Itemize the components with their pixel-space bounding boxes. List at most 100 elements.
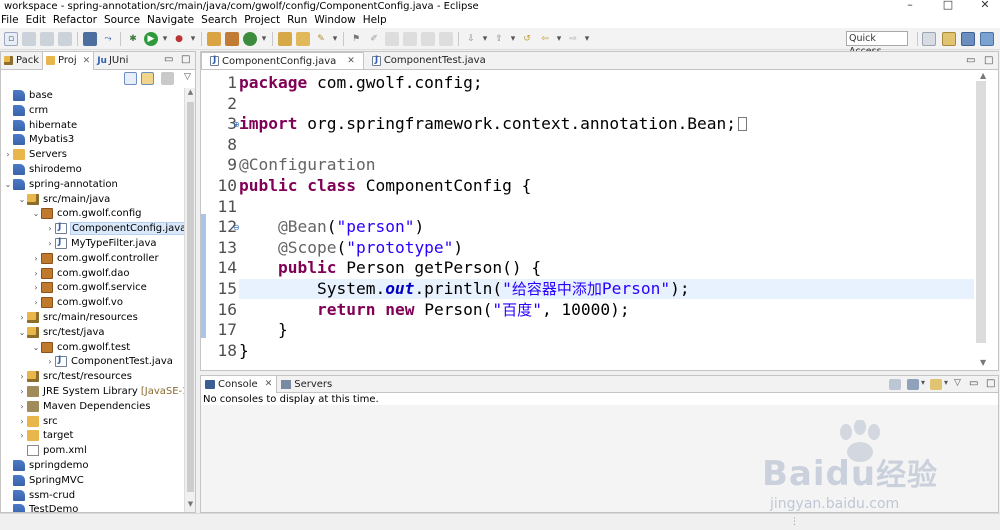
back-icon[interactable]: ⇦ [538, 32, 552, 46]
open-console-dropdown-icon[interactable]: ▾ [944, 378, 948, 387]
tree-item[interactable]: pom.xml [17, 443, 87, 458]
tree-item[interactable]: ⌄ spring-annotation [3, 177, 118, 192]
minimize-view-icon[interactable]: ▭ [969, 378, 978, 389]
open-task-icon[interactable] [296, 31, 310, 46]
menu-search[interactable]: Search [201, 14, 244, 26]
code-line[interactable]: System.out.println("给容器中添加Person"); [239, 279, 974, 299]
tree-item[interactable]: › src/main/resources [17, 310, 138, 325]
tree-item[interactable]: › Maven Dependencies [17, 399, 151, 414]
expanded-arrow-icon[interactable]: ⌄ [3, 180, 13, 189]
tree-item[interactable]: › Servers [3, 147, 67, 162]
collapsed-arrow-icon[interactable]: › [45, 239, 55, 248]
collapsed-arrow-icon[interactable]: › [17, 387, 27, 396]
code-line[interactable]: @Scope("prototype") [239, 238, 974, 258]
next-annotation-dropdown-icon[interactable]: ▾ [482, 32, 488, 46]
tab-servers[interactable]: Servers [277, 376, 336, 393]
tree-item[interactable]: › com.gwolf.service [31, 280, 147, 295]
code-line[interactable]: import org.springframework.context.annot… [239, 114, 974, 134]
collapsed-arrow-icon[interactable]: › [17, 431, 27, 440]
link-with-editor-icon[interactable] [141, 72, 154, 85]
pin-console-icon[interactable] [889, 379, 901, 390]
display-console-icon[interactable] [907, 379, 919, 390]
tab-package-explorer[interactable]: Pack [1, 52, 42, 70]
menu-window[interactable]: Window [314, 14, 362, 26]
close-tab-icon[interactable]: ✕ [265, 379, 273, 389]
code-line[interactable]: package com.gwolf.config; [239, 73, 974, 93]
display-dropdown-icon[interactable]: ▾ [921, 378, 925, 387]
show-whitespace-icon[interactable] [403, 31, 417, 46]
maximize-editor-icon[interactable]: □ [984, 55, 993, 66]
code-line[interactable] [239, 197, 974, 217]
forward-dropdown-icon[interactable]: ▾ [584, 32, 590, 46]
collapsed-arrow-icon[interactable]: › [45, 224, 55, 233]
tree-item[interactable]: TestDemo [3, 502, 78, 512]
java-ee-perspective-icon[interactable] [942, 32, 956, 46]
external-tools-dropdown-icon[interactable]: ▾ [190, 32, 196, 46]
new-java-class-icon[interactable] [243, 31, 257, 46]
collapsed-arrow-icon[interactable]: › [31, 283, 41, 292]
code-line[interactable] [239, 135, 974, 155]
status-grip-icon[interactable]: ⋮ [790, 517, 799, 527]
scrollbar-thumb[interactable] [976, 81, 986, 343]
tab-junit[interactable]: Ju JUni [94, 52, 131, 70]
tree-item[interactable]: Mybatis3 [3, 132, 74, 147]
tree-item[interactable]: base [3, 88, 53, 103]
new-java-project-icon[interactable] [207, 31, 221, 46]
menu-edit[interactable]: Edit [26, 14, 53, 26]
scroll-down-icon[interactable]: ▼ [185, 500, 196, 512]
tree-item[interactable]: › src [17, 414, 58, 429]
word-wrap-icon[interactable] [439, 31, 453, 46]
scroll-down-icon[interactable]: ▼ [980, 358, 986, 367]
tree-item[interactable]: SpringMVC [3, 473, 84, 488]
tree-item[interactable]: ⌄ com.gwolf.test [31, 340, 130, 355]
open-perspective-icon[interactable] [922, 32, 936, 46]
collapsed-arrow-icon[interactable]: › [17, 417, 27, 426]
new-icon[interactable]: ▫ [4, 31, 18, 46]
tree-item[interactable]: ⌄ com.gwolf.config [31, 206, 142, 221]
run-icon[interactable]: ▶ [144, 31, 158, 46]
debug-icon[interactable]: ✱ [126, 32, 140, 46]
minimize-view-icon[interactable]: ▭ [164, 54, 173, 65]
tree-item[interactable]: springdemo [3, 458, 89, 473]
tree-item[interactable]: › src/test/resources [17, 369, 132, 384]
expanded-arrow-icon[interactable]: ⌄ [31, 209, 41, 218]
annotation-icon[interactable]: ⚑ [349, 32, 363, 46]
code-line[interactable]: return new Person("百度", 10000); [239, 300, 974, 320]
collapsed-arrow-icon[interactable]: › [31, 269, 41, 278]
tree-item[interactable]: ⌄ src/main/java [17, 192, 110, 207]
maximize-icon[interactable]: □ [928, 0, 968, 12]
tree-item[interactable]: ⌄ src/test/java [17, 325, 105, 340]
maximize-view-icon[interactable]: □ [986, 378, 995, 389]
close-icon[interactable]: ✕ [965, 0, 1000, 12]
tab-project-explorer[interactable]: Proj ✕ [42, 51, 95, 70]
tree-item[interactable]: › ComponentConfig.java [45, 221, 184, 236]
save-icon[interactable] [22, 31, 36, 46]
collapsed-arrow-icon[interactable]: › [3, 150, 13, 159]
editor-scrollbar[interactable]: ▲ ▼ [976, 71, 998, 370]
view-menu-icon[interactable]: ▽ [184, 72, 191, 82]
open-type-icon[interactable] [278, 31, 292, 46]
last-edit-location-icon[interactable]: ↺ [520, 32, 534, 46]
mark-occurrences-icon[interactable]: ✐ [367, 32, 381, 46]
prev-annotation-dropdown-icon[interactable]: ▾ [510, 32, 516, 46]
code-line[interactable] [239, 94, 974, 114]
collapsed-arrow-icon[interactable]: › [31, 298, 41, 307]
search-dropdown-icon[interactable]: ▾ [332, 32, 338, 46]
collapsed-arrow-icon[interactable]: › [17, 313, 27, 322]
toggle-breadcrumb-icon[interactable] [421, 31, 435, 46]
tree-item[interactable]: › JRE System Library[JavaSE-1.8] [17, 384, 184, 399]
code-line[interactable]: public class ComponentConfig { [239, 176, 974, 196]
minimize-icon[interactable]: – [890, 0, 930, 12]
view-menu-icon[interactable]: ▽ [954, 378, 961, 388]
menu-run[interactable]: Run [287, 14, 314, 26]
close-tab-icon[interactable]: ✕ [83, 52, 91, 70]
tree-item[interactable]: hibernate [3, 118, 77, 133]
collapsed-arrow-icon[interactable]: › [17, 372, 27, 381]
scrollbar-thumb[interactable] [187, 102, 194, 492]
code-line[interactable]: public Person getPerson() { [239, 258, 974, 278]
code-line[interactable]: } [239, 341, 974, 361]
close-tab-icon[interactable]: ✕ [347, 56, 355, 66]
menu-project[interactable]: Project [244, 14, 287, 26]
menu-refactor[interactable]: Refactor [53, 14, 104, 26]
search-icon[interactable]: ✎ [314, 32, 328, 46]
